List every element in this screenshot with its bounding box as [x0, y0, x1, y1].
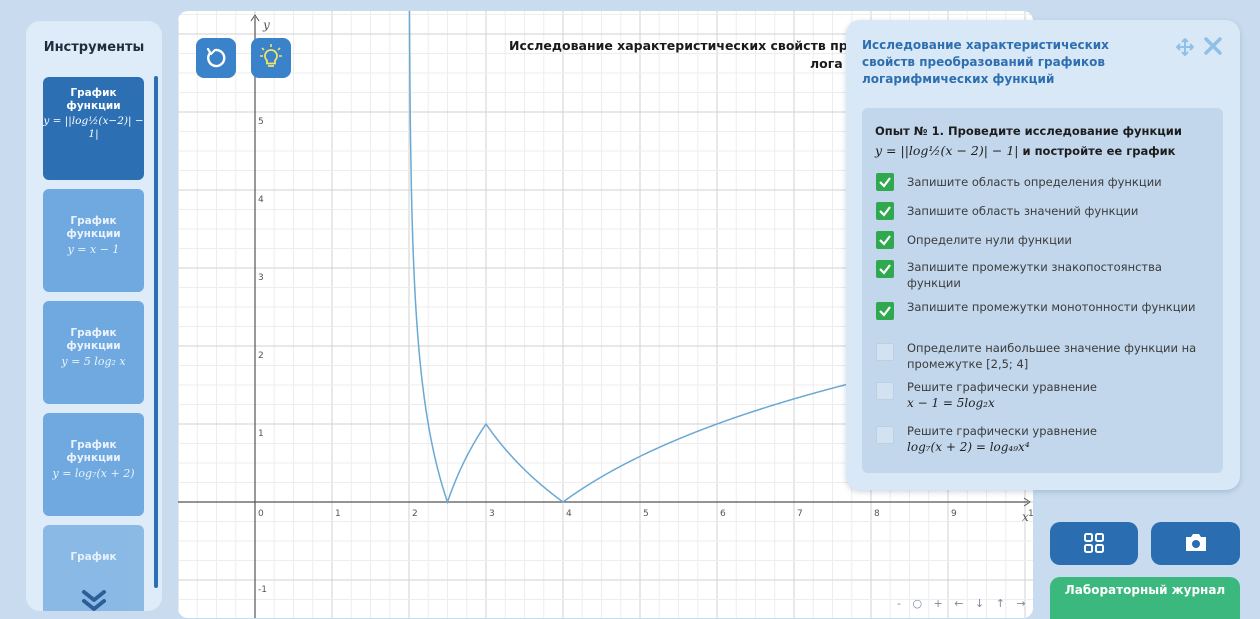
y-tick-label: 2 [258, 351, 264, 361]
camera-icon [1186, 534, 1206, 551]
x-tick-label: 2 [412, 509, 418, 519]
x-tick-label: 7 [797, 509, 803, 519]
checklist-label: Решите графически уравнение log₇(x + 2) … [907, 423, 1207, 455]
tool-card-label: График функции [66, 215, 121, 240]
tool-card-label: График [70, 551, 117, 563]
x-tick-label: 1 [335, 509, 341, 519]
checklist-label: Запишите промежутки знакопостоянства фун… [907, 260, 1162, 290]
checklist-label-text: Решите графически уравнение [907, 380, 1097, 394]
tool-card-label: График функции [66, 327, 121, 352]
tool-card-log7[interactable]: График функции y = log₇(x + 2) [43, 413, 144, 516]
checkbox-checked[interactable] [876, 202, 894, 220]
x-tick-label: 9 [951, 509, 957, 519]
task-panel-title: Исследование характеристических свойств … [862, 38, 1109, 86]
checkmark-icon [879, 177, 891, 188]
close-icon[interactable] [1203, 36, 1223, 56]
x-tick-label: 0 [258, 509, 264, 519]
checklist-label: Запишите промежутки монотонности функции [907, 300, 1196, 314]
checklist-label: Определите наибольшее значение функции н… [907, 341, 1197, 371]
checkbox-checked[interactable] [876, 260, 894, 278]
y-axis-label: y [262, 18, 270, 32]
checklist-label: Решите графически уравнение x − 1 = 5log… [907, 379, 1207, 411]
checklist-label: Запишите область значений функции [907, 204, 1139, 218]
reset-button[interactable] [196, 38, 236, 78]
checkmark-icon [879, 264, 891, 275]
checkbox-unchecked[interactable] [876, 343, 894, 361]
checklist-label-text: Решите графически уравнение [907, 424, 1097, 438]
x-tick-label: 8 [874, 509, 880, 519]
grid-view-button[interactable] [1050, 522, 1138, 565]
experiment-title: Опыт № 1. Проведите исследование функции… [875, 122, 1215, 161]
experiment-formula: y = ||log½(x − 2)| − 1| [875, 143, 1019, 158]
tool-card-label: График функции [66, 439, 121, 464]
y-tick-label: 4 [258, 195, 264, 205]
checkbox-checked[interactable] [876, 173, 894, 191]
graph-title-line1: Исследование характеристических свойств … [509, 38, 848, 53]
checkmark-icon [879, 306, 891, 317]
tool-card-abs-log[interactable]: График функции y = ||log½(x−2)| − 1| [43, 77, 144, 180]
hint-button[interactable] [251, 38, 291, 78]
tool-card-log2[interactable]: График функции y = 5 log₂ x [43, 301, 144, 404]
lab-journal-button[interactable]: Лабораторный журнал [1050, 577, 1240, 619]
sidebar-scrollbar[interactable] [154, 76, 158, 588]
x-tick-label: 4 [566, 509, 572, 519]
checklist-label: Определите нули функции [907, 233, 1072, 247]
graph-title-line2: лога [810, 56, 843, 71]
checklist-formula: log₇(x + 2) = log₄₉x⁴ [907, 440, 1030, 454]
sidebar-title: Инструменты [43, 40, 145, 55]
x-tick-label: 6 [720, 509, 726, 519]
checkbox-unchecked[interactable] [876, 426, 894, 444]
checklist-formula: x − 1 = 5log₂x [907, 396, 995, 410]
x-tick-label: 3 [489, 509, 495, 519]
experiment-suffix: и постройте ее график [1022, 144, 1176, 158]
checkmark-icon [879, 206, 891, 217]
move-icon[interactable] [1176, 38, 1194, 56]
y-tick-label: 3 [258, 273, 264, 283]
checklist-label: Запишите область определения функции [907, 175, 1162, 189]
tool-card-label: График функции [66, 87, 121, 112]
reset-icon [206, 47, 226, 68]
tool-card-linear[interactable]: График функции y = x − 1 [43, 189, 144, 292]
tool-card-formula: y = x − 1 [67, 243, 120, 256]
x-axis-label: x [1022, 510, 1029, 524]
y-tick-label: 5 [258, 117, 264, 127]
tool-card-formula: y = 5 log₂ x [61, 355, 126, 368]
task-panel: Исследование характеристических свойств … [846, 20, 1240, 490]
tool-card-formula: y = ||log½(x−2)| − 1| [43, 115, 144, 140]
lightbulb-icon [260, 44, 282, 67]
checkmark-icon [879, 235, 891, 246]
screenshot-button[interactable] [1151, 522, 1240, 565]
tool-card-formula: y = log₇(x + 2) [52, 467, 135, 480]
x-tick-label: 5 [643, 509, 649, 519]
checkbox-checked[interactable] [876, 302, 894, 320]
double-chevron-down-icon[interactable] [79, 589, 109, 611]
experiment-card: Опыт № 1. Проведите исследование функции… [862, 108, 1223, 473]
checkbox-checked[interactable] [876, 231, 894, 249]
y-tick-label: -1 [258, 585, 267, 595]
grid-icon [1084, 533, 1104, 553]
experiment-title-text: Опыт № 1. Проведите исследование функции [875, 124, 1182, 138]
checkbox-unchecked[interactable] [876, 382, 894, 400]
graph-nav-controls[interactable]: - ○ + ← ↓ ↑ → [897, 597, 1030, 610]
tools-sidebar: Инструменты График функции y = ||log½(x−… [26, 21, 162, 611]
y-tick-label: 1 [258, 429, 264, 439]
